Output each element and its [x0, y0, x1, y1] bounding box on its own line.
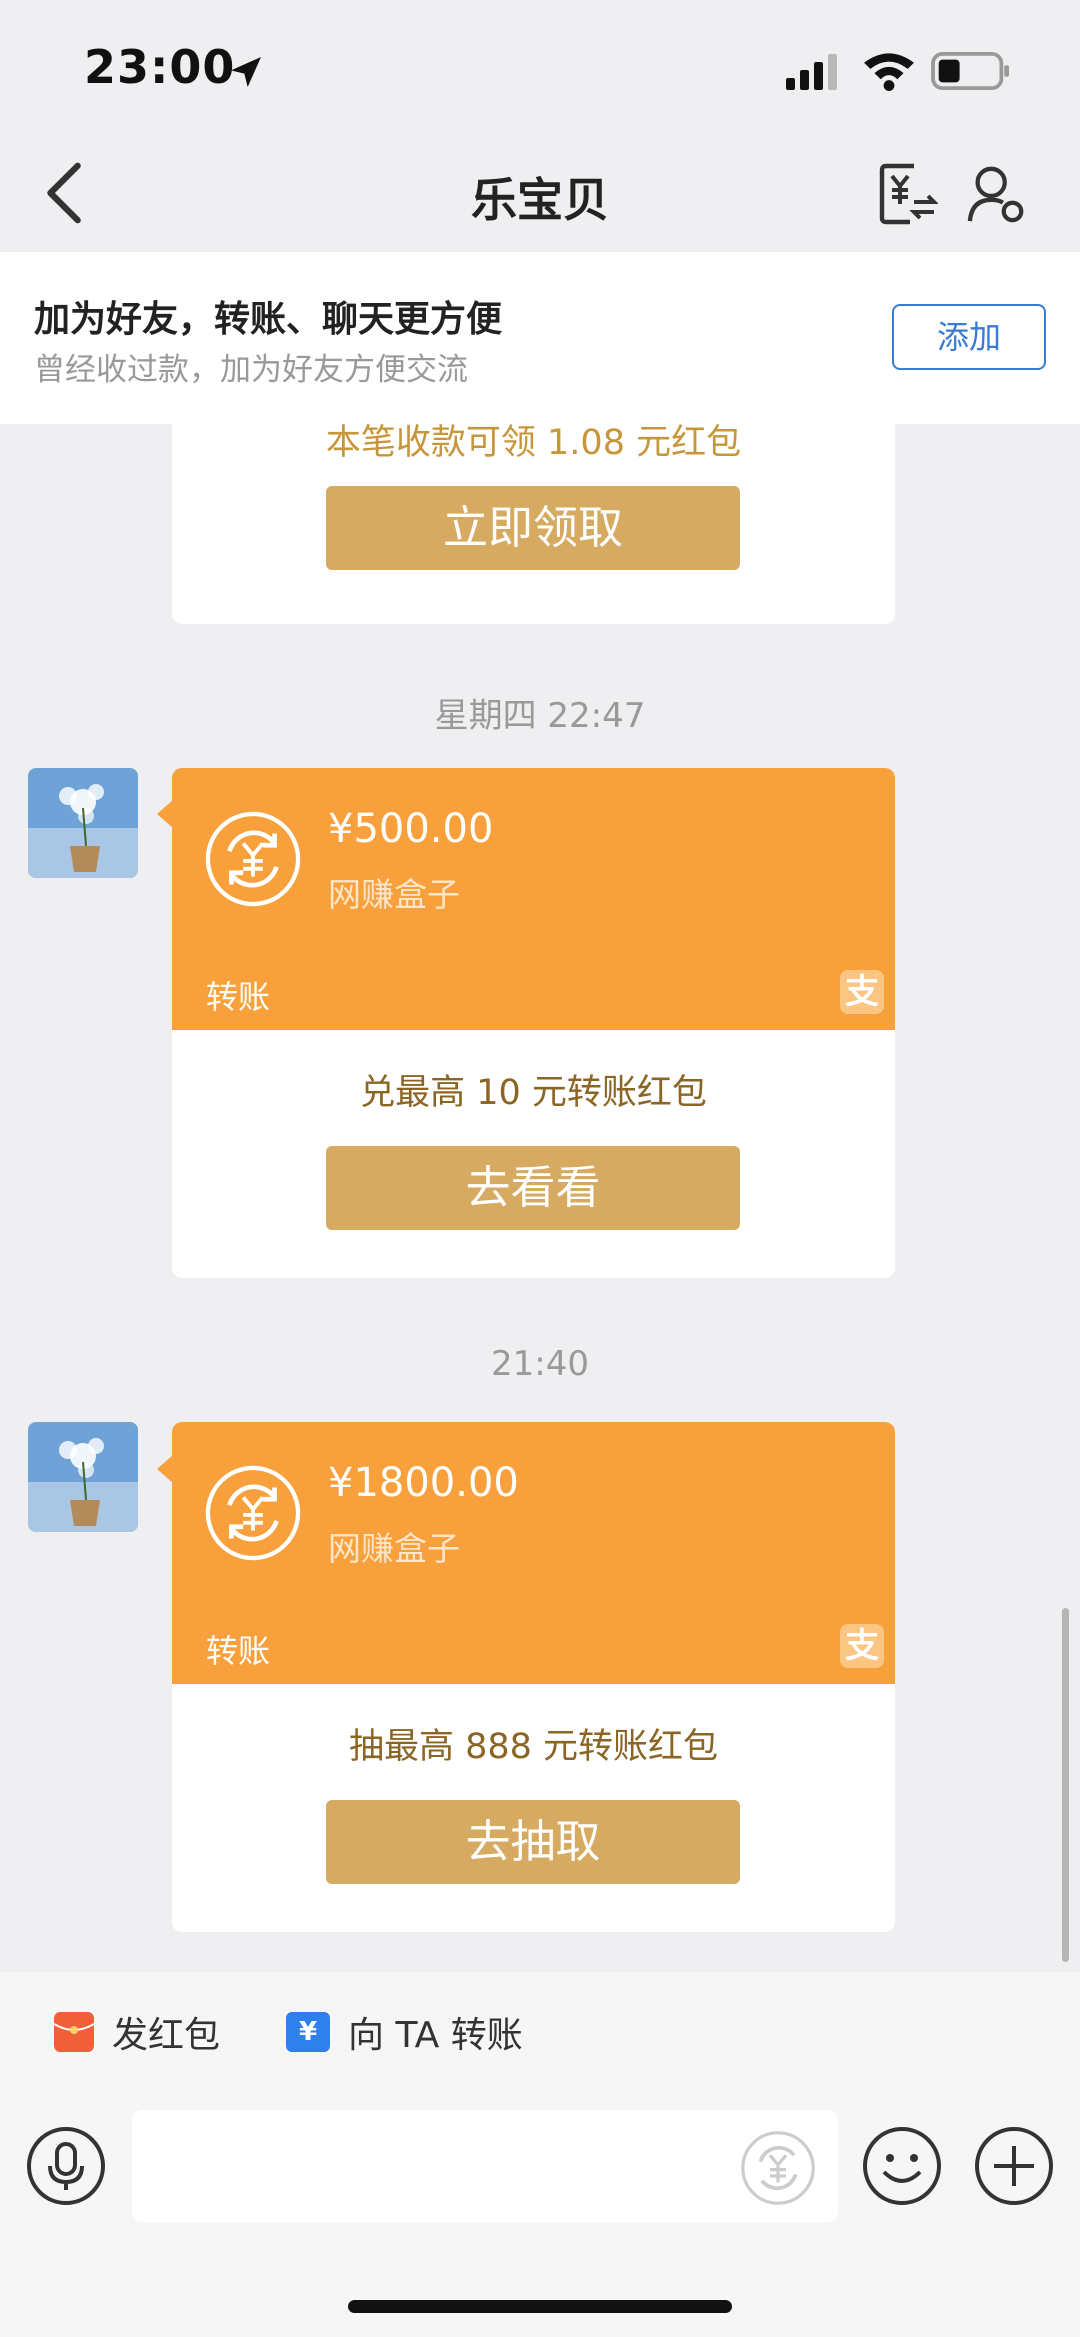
bubble-tail	[157, 1455, 173, 1483]
add-friend-banner: 加为好友，转账、聊天更方便 曾经收过款，加为好友方便交流 添加	[0, 252, 1080, 424]
location-arrow-icon	[231, 57, 261, 87]
transfer-yuan-icon: ¥	[286, 2012, 330, 2052]
coin-exchange-icon	[205, 1465, 301, 1561]
transfer-amount: ¥1800.00	[328, 1460, 519, 1506]
transfer-to-ta-button[interactable]: ¥ 向 TA 转账	[286, 2002, 523, 2062]
transfer-card-header[interactable]: ¥500.00 网赚盒子 转账 支	[172, 768, 895, 1030]
battery-icon	[931, 52, 1009, 90]
bubble-tail	[157, 800, 173, 828]
transfer-amount: ¥500.00	[328, 806, 494, 852]
add-friend-button[interactable]: 添加	[892, 304, 1046, 370]
transfer-card[interactable]: ¥500.00 网赚盒子 转账 支 兑最高 10 元转账红包 去看看	[172, 768, 895, 1278]
transfer-type-label: 转账	[206, 978, 271, 1016]
view-button[interactable]: 去看看	[326, 1146, 740, 1230]
transfer-sender: 网赚盒子	[328, 1529, 460, 1568]
alipay-icon: 支	[840, 1624, 884, 1668]
draw-button[interactable]: 去抽取	[326, 1800, 740, 1884]
quick-action-bar: 发红包 ¥ 向 TA 转账	[0, 1972, 1080, 2096]
status-bar: 23:00	[0, 0, 1080, 140]
transfer-card[interactable]: ¥1800.00 网赚盒子 转账 支 抽最高 888 元转账红包 去抽取	[172, 1422, 895, 1932]
message-timestamp: 星期四 22:47	[434, 696, 646, 736]
smile-icon[interactable]	[862, 2126, 942, 2206]
nav-bar: 乐宝贝	[0, 140, 1080, 250]
avatar[interactable]	[28, 768, 138, 878]
message-timestamp: 21:40	[491, 1344, 589, 1384]
transfer-type-label: 转账	[206, 1632, 271, 1670]
coin-exchange-icon	[205, 811, 301, 907]
plus-icon[interactable]	[974, 2126, 1054, 2206]
promo-text: 抽最高 888 元转账红包	[348, 1727, 719, 1767]
message-input[interactable]	[132, 2110, 838, 2222]
home-indicator[interactable]	[348, 2300, 732, 2313]
transfer-sender: 网赚盒子	[328, 875, 460, 914]
coin-exchange-icon[interactable]	[738, 2128, 818, 2208]
microphone-icon[interactable]	[26, 2126, 106, 2206]
banner-title: 加为好友，转账、聊天更方便	[34, 299, 503, 340]
red-packet-icon	[54, 2012, 94, 2052]
contact-settings-icon[interactable]	[966, 162, 1028, 226]
transfer-card-header[interactable]: ¥1800.00 网赚盒子 转账 支	[172, 1422, 895, 1684]
signal-icon	[786, 54, 837, 90]
transfer-to-ta-label: 向 TA 转账	[348, 2015, 523, 2056]
claim-button[interactable]: 立即领取	[326, 486, 740, 570]
alipay-icon: 支	[840, 970, 884, 1014]
banner-subtitle: 曾经收过款，加为好友方便交流	[34, 352, 468, 388]
send-red-packet-button[interactable]: 发红包	[54, 2002, 220, 2062]
avatar[interactable]	[28, 1422, 138, 1532]
send-red-packet-label: 发红包	[112, 2015, 221, 2056]
wifi-icon	[864, 53, 914, 91]
scrollbar[interactable]	[1062, 1608, 1069, 1962]
status-time: 23:00	[84, 40, 236, 94]
transfer-icon[interactable]	[878, 162, 938, 226]
promo-text: 兑最高 10 元转账红包	[360, 1073, 707, 1113]
